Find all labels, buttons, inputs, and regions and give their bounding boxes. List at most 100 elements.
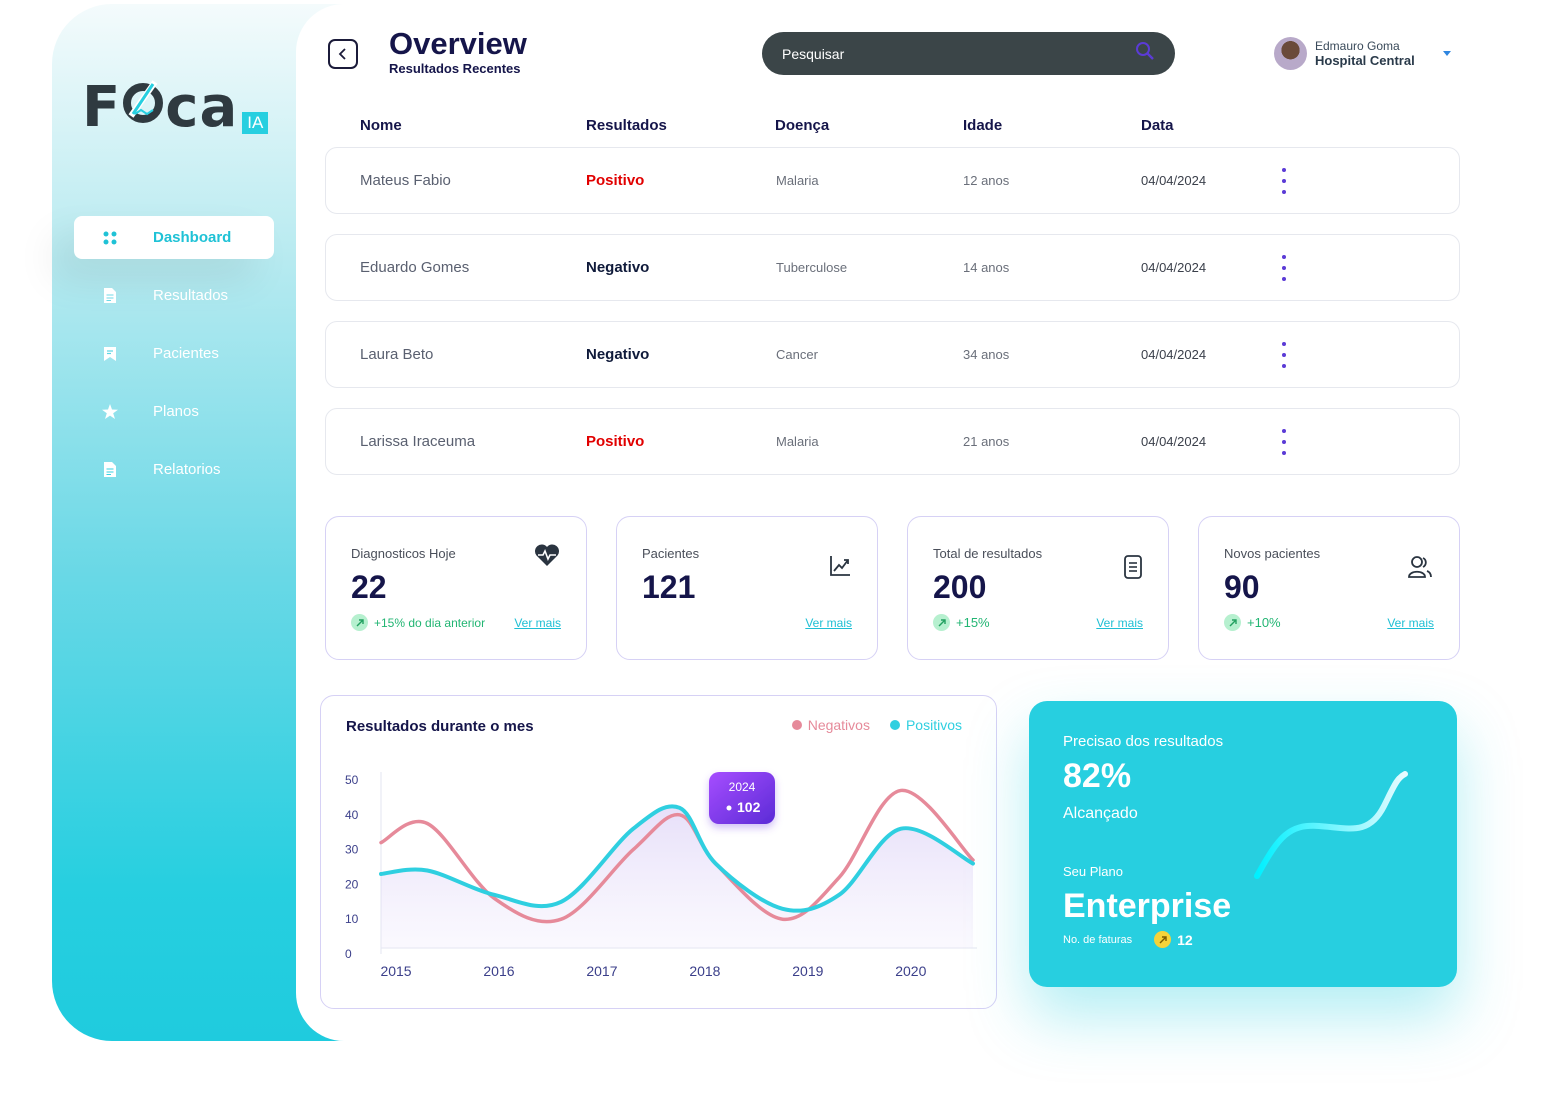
stat-trend-text: +15% do dia anterior [374,615,486,630]
legend-label: Negativos [807,717,870,733]
x-tick-label: 2017 [586,963,617,979]
y-tick-label: 30 [345,843,359,857]
patient-name: Larissa Iraceuma [360,433,476,450]
date-value: 04/04/2024 [1141,260,1207,275]
search-bar[interactable] [762,32,1175,75]
patient-name: Laura Beto [360,346,434,363]
users-icon [1407,555,1433,584]
page-subtitle: Resultados Recentes [389,61,521,76]
patient-name: Mateus Fabio [360,172,451,189]
stat-label: Total de resultados [933,546,1043,561]
stat-label: Diagnosticos Hoje [351,546,456,561]
accuracy-status: Alcançado [1063,805,1138,822]
stat-card-pacientes: Pacientes 121 Ver mais [616,516,878,660]
sidebar-nav: Dashboard Resultados Pacientes Planos Re… [74,216,274,506]
sidebar-item-pacientes[interactable]: Pacientes [74,332,274,375]
legend-dot [791,720,802,730]
legend-dot [889,720,900,730]
table-row[interactable]: Larissa Iraceuma Positivo Malaria 21 ano… [325,408,1460,475]
accuracy-label: Precisao dos resultados [1063,733,1224,750]
stat-trend: +10% [1224,614,1281,631]
tooltip-value: 102 [737,799,761,815]
y-tick-label: 50 [345,773,359,787]
legend-label: Positivos [905,717,962,733]
sidebar-item-relatorios[interactable]: Relatorios [74,448,274,491]
y-tick-label: 20 [345,877,359,891]
microscope-logo-icon [121,70,165,136]
stat-card-total-resultados: Total de resultados 200 +15% Ver mais [907,516,1169,660]
ver-mais-link[interactable]: Ver mais [1387,616,1434,630]
result-value: Positivo [586,433,645,450]
logo-badge: IA [242,112,269,134]
bookmark-list-icon [99,346,121,361]
arrow-up-right-icon [1224,614,1241,631]
invoices-info: No. de faturas 12 [1063,931,1193,948]
stat-value: 200 [933,569,987,605]
app-window: Fca IA Dashboard Resultados Pacientes Pl… [52,4,1492,1041]
document-icon [99,288,121,303]
column-header-nome: Nome [360,117,402,134]
x-tick-label: 2019 [792,963,823,979]
stat-value: 22 [351,569,387,605]
chevron-left-icon [338,48,346,60]
age-value: 21 anos [963,434,1010,449]
sidebar-item-planos[interactable]: Planos [74,390,274,433]
trend-chart-icon [829,555,851,582]
sidebar-item-dashboard[interactable]: Dashboard [74,216,274,259]
brand-logo: Fca IA [82,76,269,136]
table-row[interactable]: Mateus Fabio Positivo Malaria 12 anos 04… [325,147,1460,214]
sidebar-item-resultados[interactable]: Resultados [74,274,274,317]
plan-name: Enterprise [1063,887,1232,925]
stat-label: Pacientes [642,546,700,561]
chevron-down-icon[interactable] [1442,51,1451,56]
ver-mais-link[interactable]: Ver mais [805,616,852,630]
tooltip-dot [726,805,732,811]
arrow-up-right-icon [351,614,368,631]
search-icon[interactable] [1135,41,1155,66]
date-value: 04/04/2024 [1141,434,1207,449]
stat-trend: +15% [933,614,990,631]
x-tick-label: 2016 [483,963,514,979]
stat-label: Novos pacientes [1224,546,1321,561]
result-value: Negativo [586,259,650,276]
stat-value: 90 [1224,569,1260,605]
invoices-count: 12 [1177,931,1193,948]
grid-dots-icon [99,231,121,245]
more-options-icon[interactable] [1278,342,1290,368]
column-header-resultados: Resultados [586,117,667,134]
chart-legend: Negativos Positivos [772,717,962,733]
stat-value: 121 [642,569,696,605]
ver-mais-link[interactable]: Ver mais [514,616,561,630]
more-options-icon[interactable] [1278,168,1290,194]
date-value: 04/04/2024 [1141,173,1207,188]
stat-trend: +15% do dia anterior [351,614,485,631]
heart-pulse-icon [534,543,560,572]
legend-item-negativos[interactable]: Negativos [791,717,870,733]
disease-value: Malaria [776,434,819,449]
star-icon [99,404,121,419]
main-content: Overview Resultados Recentes Edmauro Gom… [296,4,1492,1041]
stat-trend-text: +15% [956,615,990,630]
search-input[interactable] [782,45,1135,62]
age-value: 14 anos [963,260,1010,275]
more-options-icon[interactable] [1278,429,1290,455]
page-title: Overview [389,26,527,61]
collapse-sidebar-button[interactable] [328,39,358,69]
more-options-icon[interactable] [1278,255,1290,281]
accuracy-plan-card: Precisao dos resultados 82% Alcançado Se… [1029,701,1457,987]
document-icon [99,462,121,477]
invoices-label: No. de faturas [1063,933,1133,946]
stat-card-diagnosticos: Diagnosticos Hoje 22 +15% do dia anterio… [325,516,587,660]
user-menu[interactable]: Edmauro Goma Hospital Central [1274,37,1451,70]
x-tick-label: 2018 [689,963,720,979]
user-org: Hospital Central [1315,53,1415,68]
legend-item-positivos[interactable]: Positivos [889,717,962,733]
x-tick-label: 2015 [380,963,411,979]
table-row[interactable]: Eduardo Gomes Negativo Tuberculose 14 an… [325,234,1460,301]
result-value: Positivo [586,172,645,189]
column-header-idade: Idade [963,117,1003,134]
result-value: Negativo [586,346,650,363]
ver-mais-link[interactable]: Ver mais [1096,616,1143,630]
table-row[interactable]: Laura Beto Negativo Cancer 34 anos 04/04… [325,321,1460,388]
disease-value: Tuberculose [776,260,848,275]
